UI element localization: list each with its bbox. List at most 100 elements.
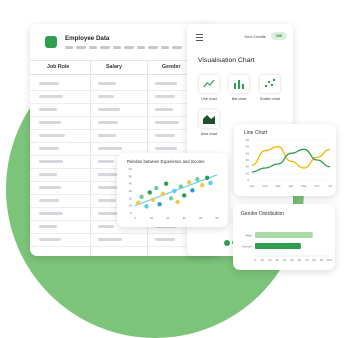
table-cell[interactable]: [155, 82, 177, 85]
table-cell[interactable]: [39, 173, 57, 176]
x-tick-label: 0: [254, 258, 256, 262]
x-tick-label: 50: [215, 216, 219, 220]
table-cell[interactable]: [39, 147, 59, 150]
menu-item-placeholder[interactable]: [161, 46, 169, 49]
x-tick-label: Mar: [275, 184, 280, 188]
bar-chart-icon: [234, 80, 244, 89]
scatter-point: [150, 197, 156, 202]
scatter-point: [147, 190, 152, 195]
x-tick-label: 30: [276, 258, 280, 262]
table-cell[interactable]: [98, 160, 114, 163]
menu-item-placeholder[interactable]: [172, 46, 182, 49]
table-cell[interactable]: [155, 238, 175, 241]
scatter-point: [182, 193, 187, 198]
table-cell[interactable]: [39, 238, 61, 241]
scatter-point: [178, 184, 184, 189]
x-tick-label: 70: [305, 258, 309, 262]
table-cell[interactable]: [39, 121, 61, 124]
menu-item-placeholder[interactable]: [137, 46, 145, 49]
table-cell[interactable]: [39, 225, 57, 228]
scatter-point: [168, 196, 174, 201]
y-tick-label: 0: [247, 178, 249, 182]
credits-badge: 200: [271, 32, 287, 40]
x-tick-label: 30: [183, 216, 187, 220]
menu-icon[interactable]: [196, 34, 203, 43]
bar: [255, 232, 313, 238]
scatter-point: [136, 200, 141, 205]
x-tick-label: 90: [320, 258, 324, 262]
table-cell[interactable]: [98, 134, 116, 137]
y-tick-label: 20: [246, 165, 250, 169]
y-tick-label: 0: [130, 211, 132, 215]
y-tick-label: 60: [129, 167, 133, 171]
scatter-point: [160, 191, 166, 197]
table-cell[interactable]: [98, 82, 116, 85]
y-tick-label: 40: [129, 182, 133, 186]
menu-item-placeholder[interactable]: [113, 46, 121, 49]
scatter-point: [157, 202, 162, 207]
x-tick-label: 10: [261, 258, 265, 262]
chart-type-area[interactable]: [199, 110, 219, 128]
table-cell[interactable]: [39, 108, 57, 111]
table-cell[interactable]: [39, 134, 65, 137]
x-tick-label: 0: [134, 216, 136, 220]
column-header-job-role[interactable]: Job Role: [47, 64, 69, 70]
scatter-point: [144, 204, 149, 209]
table-cell[interactable]: [155, 95, 175, 98]
bar-chart-card: Gender Distribution Male Female 0 10 20 30 40 5…: [233, 204, 335, 270]
column-header-gender[interactable]: Gender: [162, 64, 181, 70]
table-cell[interactable]: [98, 147, 122, 150]
table-cell[interactable]: [155, 147, 177, 150]
scatter-chart: 0 10 20 30 40 50 60 0 10 20 30 40 50: [129, 167, 219, 220]
menu-item-placeholder[interactable]: [89, 46, 97, 49]
scatter-point: [195, 177, 200, 182]
menu-item-placeholder[interactable]: [124, 46, 134, 49]
scatter-point: [190, 188, 195, 193]
table-cell[interactable]: [39, 82, 59, 85]
y-tick-label: 50: [129, 174, 133, 178]
scatter-point: [204, 175, 210, 180]
line-chart: 60 50 40 30 20 10 0Jan Feb Mar Apr May Jun Jul: [246, 138, 333, 188]
menu-item-placeholder[interactable]: [76, 46, 86, 49]
sheet-title: Employee Data: [65, 35, 110, 42]
table-cell[interactable]: [39, 199, 59, 202]
chart-type-label: Line chart: [201, 97, 217, 101]
table-cell[interactable]: [98, 173, 118, 176]
table-cell[interactable]: [155, 134, 175, 137]
table-cell[interactable]: [155, 108, 173, 111]
line-series: [251, 148, 331, 173]
table-cell[interactable]: [98, 238, 122, 241]
menu-item-placeholder[interactable]: [100, 46, 110, 49]
y-tick-label: 20: [129, 196, 133, 200]
credits-label: Your Credits: [244, 34, 266, 39]
x-tick-label: 60: [298, 258, 302, 262]
x-tick-label: 40: [199, 216, 203, 220]
table-cell[interactable]: [98, 225, 114, 228]
scatter-point: [186, 180, 192, 185]
x-tick-label: 20: [166, 216, 170, 220]
table-cell[interactable]: [155, 121, 179, 124]
chart-type-scatter[interactable]: [260, 75, 280, 93]
line-chart-icon: [203, 79, 215, 88]
table-cell[interactable]: [39, 212, 63, 215]
table-cell[interactable]: [39, 95, 63, 98]
bar: [255, 243, 301, 249]
table-cell[interactable]: [98, 212, 118, 215]
y-tick-label: 50: [246, 145, 250, 149]
scatter-point: [208, 180, 213, 186]
scatter-point: [175, 199, 180, 205]
table-cell[interactable]: [98, 121, 118, 124]
table-cell[interactable]: [39, 160, 63, 163]
menu-item-placeholder[interactable]: [148, 46, 158, 49]
chart-type-line[interactable]: [199, 75, 219, 93]
chart-type-bar[interactable]: [229, 75, 249, 93]
menu-item-placeholder[interactable]: [65, 46, 73, 49]
table-cell[interactable]: [98, 108, 120, 111]
table-cell[interactable]: [98, 199, 116, 202]
sheets-logo-icon: [45, 36, 57, 48]
column-header-salary[interactable]: Salary: [106, 64, 122, 70]
table-cell[interactable]: [39, 186, 61, 189]
table-cell[interactable]: [98, 95, 114, 98]
x-tick-label: Jul: [328, 184, 332, 188]
x-tick-label: Jun: [315, 184, 320, 188]
